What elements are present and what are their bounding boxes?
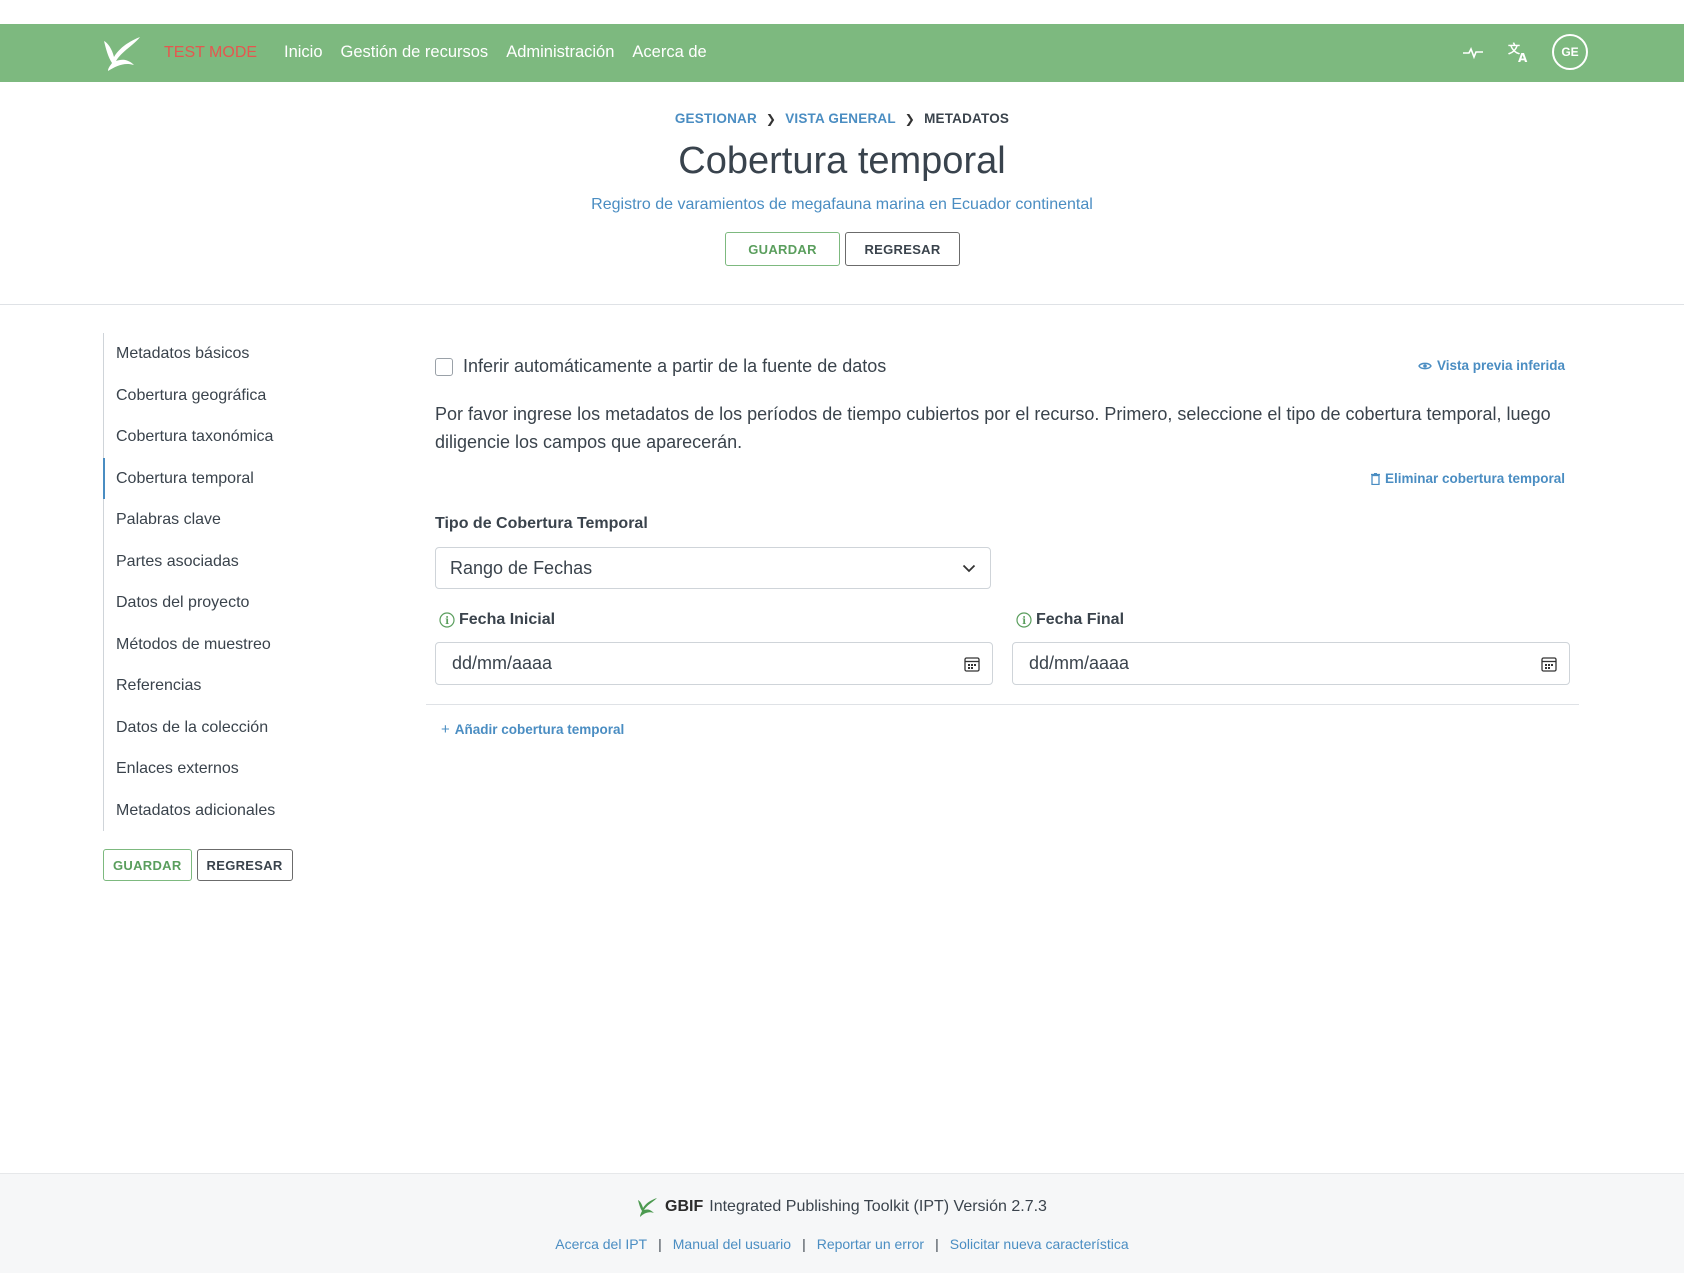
nav-right-tools: 文 A GE [1460, 34, 1588, 70]
gbif-logo-text: GBIF [665, 1198, 704, 1215]
end-date-label: i Fecha Final [1016, 611, 1124, 629]
product-version: Integrated Publishing Toolkit (IPT) Vers… [709, 1198, 1047, 1215]
svg-text:i: i [445, 616, 449, 627]
delete-temporal-coverage-link[interactable]: Eliminar cobertura temporal [1370, 471, 1565, 486]
footer-separator: | [935, 1236, 939, 1252]
sidebar-item-enlaces-externos[interactable]: Enlaces externos [104, 748, 275, 790]
sidebar-item-datos-coleccion[interactable]: Datos de la colección [104, 707, 275, 749]
chevron-right-icon: ❯ [904, 112, 916, 126]
infer-label[interactable]: Inferir automáticamente a partir de la f… [463, 356, 886, 377]
header-actions: GUARDAR REGRESAR [725, 232, 960, 266]
info-icon[interactable]: i [439, 612, 455, 628]
top-navbar: TEST MODE Inicio Gestión de recursos Adm… [0, 24, 1684, 82]
footer-link-solicitar[interactable]: Solicitar nueva característica [950, 1236, 1129, 1252]
sidebar-item-metadatos-adicionales[interactable]: Metadatos adicionales [104, 790, 275, 832]
gbif-leaf-icon [638, 1198, 658, 1217]
coverage-type-label: Tipo de Cobertura Temporal [435, 515, 648, 533]
coverage-divider [426, 704, 1579, 705]
coverage-type-value: Rango de Fechas [450, 557, 593, 578]
back-button[interactable]: REGRESAR [845, 232, 960, 266]
sidebar-back-button[interactable]: REGRESAR [196, 849, 293, 881]
sidebar-item-cobertura-taxonomica[interactable]: Cobertura taxonómica [104, 416, 275, 458]
footer-link-manual[interactable]: Manual del usuario [673, 1236, 791, 1252]
start-date-input[interactable] [450, 652, 854, 675]
sidebar-item-metodos-muestreo[interactable]: Métodos de muestreo [104, 624, 275, 666]
inferred-preview-label: Vista previa inferida [1436, 358, 1565, 373]
calendar-icon[interactable] [964, 656, 980, 672]
trash-icon [1370, 472, 1380, 485]
user-avatar[interactable]: GE [1552, 34, 1588, 70]
footer-link-reportar[interactable]: Reportar un error [817, 1236, 924, 1252]
chevron-right-icon: ❯ [765, 112, 777, 126]
page-title: Cobertura temporal [678, 140, 1006, 182]
save-button[interactable]: GUARDAR [725, 232, 840, 266]
leaf-logo-icon[interactable] [102, 33, 144, 73]
nav-link-acerca-de[interactable]: Acerca de [632, 43, 706, 62]
language-icon[interactable]: 文 A [1506, 39, 1532, 65]
breadcrumb: GESTIONAR ❯ VISTA GENERAL ❯ METADATOS [0, 111, 1684, 126]
metadata-sidebar: Metadatos básicos Cobertura geográfica C… [103, 333, 275, 831]
footer-link-acerca[interactable]: Acerca del IPT [555, 1236, 647, 1252]
sidebar-item-cobertura-temporal[interactable]: Cobertura temporal [103, 457, 275, 499]
add-temporal-coverage-label: Añadir cobertura temporal [454, 722, 625, 737]
sidebar-save-button[interactable]: GUARDAR [103, 849, 192, 881]
header-divider [0, 304, 1684, 305]
end-date-field[interactable] [1012, 642, 1570, 685]
breadcrumb-current: METADATOS [924, 111, 1010, 126]
activity-icon[interactable] [1460, 39, 1486, 65]
inferred-preview-link[interactable]: Vista previa inferida [1418, 358, 1565, 373]
plus-icon: + [441, 721, 450, 738]
start-date-label: i Fecha Inicial [439, 611, 555, 629]
eye-icon [1418, 362, 1432, 369]
start-date-field[interactable] [435, 642, 993, 685]
intro-text: Por favor ingrese los metadatos de los p… [435, 404, 1551, 452]
delete-temporal-coverage-label: Eliminar cobertura temporal [1384, 471, 1565, 486]
sidebar-item-partes-asociadas[interactable]: Partes asociadas [104, 541, 275, 583]
infer-row: Inferir automáticamente a partir de la f… [435, 356, 886, 377]
end-date-input[interactable] [1027, 652, 1431, 675]
add-temporal-coverage-link[interactable]: + Añadir cobertura temporal [441, 721, 624, 738]
info-icon[interactable]: i [1016, 612, 1032, 628]
svg-text:i: i [1022, 616, 1026, 627]
nav-link-inicio[interactable]: Inicio [284, 43, 323, 62]
breadcrumb-gestionar[interactable]: GESTIONAR [675, 111, 757, 126]
sidebar-item-referencias[interactable]: Referencias [104, 665, 275, 707]
sidebar-item-metadatos-basicos[interactable]: Metadatos básicos [104, 333, 275, 375]
resource-subtitle[interactable]: Registro de varamientos de megafauna mar… [0, 196, 1684, 214]
test-mode-label: TEST MODE [164, 44, 258, 61]
chevron-down-icon [962, 564, 976, 572]
end-date-label-text: Fecha Final [1036, 611, 1125, 628]
footer-links: Acerca del IPT | Manual del usuario | Repo… [0, 1236, 1684, 1252]
calendar-icon[interactable] [1541, 656, 1557, 672]
coverage-type-select[interactable]: Rango de Fechas [435, 547, 991, 589]
nav-link-gestion-recursos[interactable]: Gestión de recursos [341, 43, 489, 62]
footer-brand: GBIF Integrated Publishing Toolkit (IPT)… [0, 1196, 1684, 1218]
footer: GBIF Integrated Publishing Toolkit (IPT)… [0, 1173, 1684, 1273]
start-date-label-text: Fecha Inicial [459, 611, 556, 628]
sidebar-item-cobertura-geografica[interactable]: Cobertura geográfica [104, 375, 275, 417]
coverage-type-label-text: Tipo de Cobertura Temporal [435, 515, 648, 532]
footer-separator: | [802, 1236, 806, 1252]
nav-link-administracion[interactable]: Administración [506, 43, 614, 62]
sidebar-actions: GUARDAR REGRESAR [103, 849, 293, 881]
breadcrumb-vista-general[interactable]: VISTA GENERAL [785, 111, 896, 126]
svg-text:A: A [1518, 51, 1528, 64]
sidebar-item-palabras-clave[interactable]: Palabras clave [104, 499, 275, 541]
footer-separator: | [658, 1236, 662, 1252]
sidebar-item-datos-proyecto[interactable]: Datos del proyecto [104, 582, 275, 624]
infer-checkbox[interactable] [435, 357, 453, 376]
main-nav: Inicio Gestión de recursos Administració… [284, 43, 707, 62]
